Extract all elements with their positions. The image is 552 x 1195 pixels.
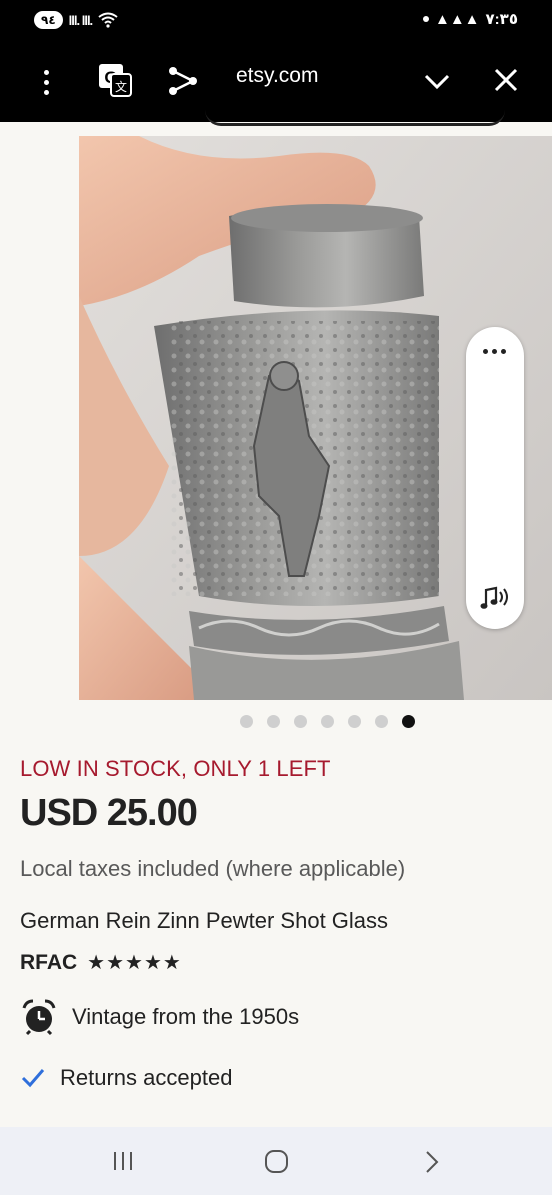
more-horiz-icon[interactable] (483, 349, 506, 354)
back-icon[interactable] (422, 1149, 442, 1175)
system-nav-bar (0, 1127, 552, 1195)
signal-icon: lll. lll. (68, 12, 93, 28)
carousel-dot[interactable] (294, 715, 307, 728)
carousel-dot[interactable] (267, 715, 280, 728)
returns-row: Returns accepted (20, 1065, 232, 1091)
clock: ٧:٣٥ (485, 11, 518, 28)
alarm-clock-icon (22, 999, 56, 1036)
rating-stars[interactable]: ★★★★★ (87, 950, 182, 975)
carousel-dot[interactable] (321, 715, 334, 728)
url-text[interactable]: etsy.com (236, 64, 318, 88)
vintage-row: Vintage from the 1950s (20, 998, 299, 1036)
carousel-dot[interactable] (240, 715, 253, 728)
checkmark-icon (21, 1069, 45, 1088)
returns-note: Returns accepted (60, 1065, 233, 1090)
shop-name-link[interactable]: RFAC (20, 951, 77, 975)
carousel-dot[interactable] (375, 715, 388, 728)
side-panel (466, 327, 524, 629)
carousel-dot[interactable] (348, 715, 361, 728)
home-icon[interactable] (264, 1149, 289, 1174)
chevron-down-icon[interactable] (422, 66, 452, 96)
vintage-note: Vintage from the 1950s (72, 1004, 300, 1029)
recent-apps-icon[interactable] (111, 1150, 135, 1172)
close-icon[interactable] (492, 66, 520, 94)
audio-note-icon[interactable] (478, 580, 512, 614)
notification-dot-icon (422, 16, 429, 22)
snapchat-icon: ▲▲▲ (434, 10, 480, 28)
carousel-dot[interactable] (402, 715, 415, 728)
status-right: ▲▲▲ ٧:٣٥ (422, 10, 518, 28)
taxes-note: Local taxes included (where applicable) (20, 856, 406, 881)
svg-text:文: 文 (115, 79, 127, 94)
status-left: ٩٤ lll. lll. (34, 11, 118, 29)
share-icon[interactable] (166, 64, 200, 98)
battery-indicator: ٩٤ (34, 11, 63, 29)
stock-notice: LOW IN STOCK, ONLY 1 LEFT (20, 756, 331, 781)
google-translate-icon[interactable]: G 文 (97, 62, 133, 98)
wifi-icon (98, 12, 118, 28)
more-vert-icon[interactable] (30, 66, 62, 98)
page-overlay-edge (205, 110, 505, 126)
shop-info: RFAC ★★★★★ (20, 950, 182, 975)
product-title: German Rein Zinn Pewter Shot Glass (20, 908, 389, 933)
price: USD 25.00 (20, 792, 198, 834)
carousel-indicator (240, 715, 415, 728)
status-bar: ٩٤ lll. lll. ▲▲▲ ٧:٣٥ (0, 0, 552, 44)
